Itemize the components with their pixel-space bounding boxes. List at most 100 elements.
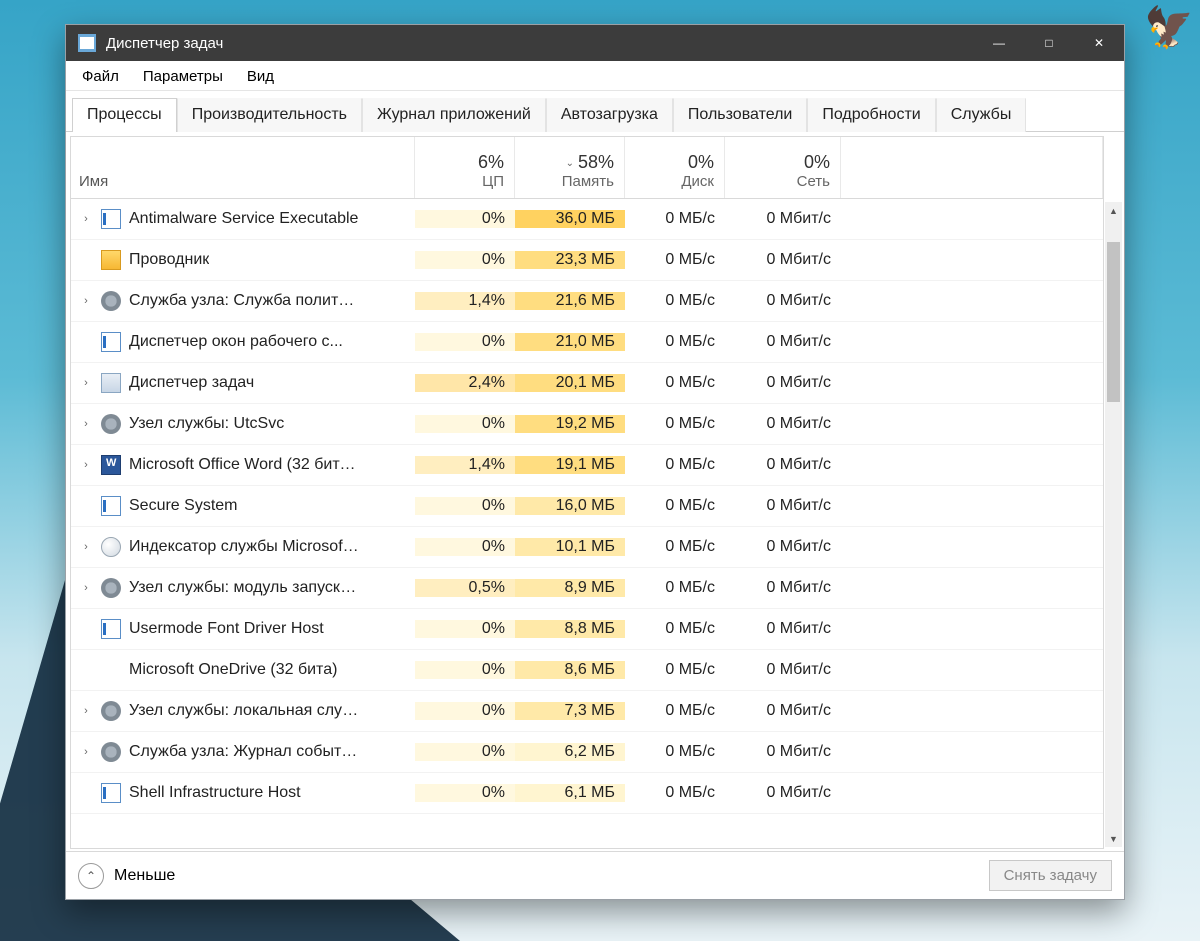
cpu-value: 1,4% (415, 292, 515, 310)
tm-icon (101, 373, 121, 393)
net-value: 0 Мбит/с (725, 374, 841, 392)
maximize-button[interactable]: □ (1024, 25, 1074, 61)
process-row[interactable]: Microsoft OneDrive (32 бита) 0% 8,6 МБ 0… (71, 650, 1103, 691)
disk-value: 0 МБ/с (625, 292, 725, 310)
menu-file[interactable]: Файл (72, 64, 129, 89)
vertical-scrollbar[interactable]: ▲ ▼ (1105, 202, 1122, 847)
disk-value: 0 МБ/с (625, 661, 725, 679)
process-row[interactable]: Secure System 0% 16,0 МБ 0 МБ/с 0 Мбит/с (71, 486, 1103, 527)
expander-icon[interactable]: › (79, 213, 93, 225)
fewer-details-button[interactable]: ⌃ Меньше (78, 863, 175, 889)
col-memory[interactable]: ⌄58% Память (515, 137, 625, 198)
process-name: Antimalware Service Executable (129, 210, 358, 228)
net-value: 0 Мбит/с (725, 210, 841, 228)
scroll-thumb[interactable] (1107, 242, 1120, 402)
expander-icon[interactable]: › (79, 418, 93, 430)
app-icon (101, 332, 121, 352)
process-row[interactable]: Диспетчер окон рабочего с... 0% 21,0 МБ … (71, 322, 1103, 363)
tab-performance[interactable]: Производительность (177, 98, 362, 132)
expander-icon[interactable]: › (79, 459, 93, 471)
process-name-cell: › Antimalware Service Executable (71, 209, 415, 229)
tab-apphistory[interactable]: Журнал приложений (362, 98, 546, 132)
disk-value: 0 МБ/с (625, 784, 725, 802)
expander-icon[interactable]: › (79, 705, 93, 717)
process-row[interactable]: › Узел службы: модуль запуска ... 0,5% 8… (71, 568, 1103, 609)
cpu-value: 0% (415, 702, 515, 720)
net-value: 0 Мбит/с (725, 579, 841, 597)
gear-icon (101, 701, 121, 721)
tab-processes[interactable]: Процессы (72, 98, 177, 132)
disk-value: 0 МБ/с (625, 620, 725, 638)
mem-value: 21,0 МБ (515, 333, 625, 351)
end-task-button[interactable]: Снять задачу (989, 860, 1112, 891)
tab-services[interactable]: Службы (936, 98, 1027, 132)
expander-icon[interactable]: › (79, 541, 93, 553)
process-row[interactable]: › Antimalware Service Executable 0% 36,0… (71, 199, 1103, 240)
menu-options[interactable]: Параметры (133, 64, 233, 89)
footer: ⌃ Меньше Снять задачу (66, 851, 1124, 899)
process-row[interactable]: › Узел службы: UtcSvc 0% 19,2 МБ 0 МБ/с … (71, 404, 1103, 445)
process-name: Shell Infrastructure Host (129, 784, 301, 802)
cpu-value: 0% (415, 538, 515, 556)
col-name[interactable]: Имя (71, 137, 415, 198)
process-row[interactable]: › Узел службы: локальная служ... 0% 7,3 … (71, 691, 1103, 732)
process-row[interactable]: › Диспетчер задач 2,4% 20,1 МБ 0 МБ/с 0 … (71, 363, 1103, 404)
process-name-cell: › Узел службы: локальная служ... (71, 701, 415, 721)
process-row[interactable]: › Служба узла: Служба политик... 1,4% 21… (71, 281, 1103, 322)
tab-startup[interactable]: Автозагрузка (546, 98, 673, 132)
process-row[interactable]: Usermode Font Driver Host 0% 8,8 МБ 0 МБ… (71, 609, 1103, 650)
process-name: Usermode Font Driver Host (129, 620, 324, 638)
minimize-button[interactable]: — (974, 25, 1024, 61)
disk-value: 0 МБ/с (625, 333, 725, 351)
disk-value: 0 МБ/с (625, 497, 725, 515)
net-value: 0 Мбит/с (725, 333, 841, 351)
scroll-down-icon[interactable]: ▼ (1105, 830, 1122, 847)
cpu-value: 0,5% (415, 579, 515, 597)
expander-icon[interactable]: › (79, 582, 93, 594)
disk-value: 0 МБ/с (625, 251, 725, 269)
process-name: Диспетчер задач (129, 374, 254, 392)
col-disk[interactable]: 0% Диск (625, 137, 725, 198)
process-rows: › Antimalware Service Executable 0% 36,0… (71, 199, 1103, 814)
cpu-value: 0% (415, 784, 515, 802)
col-spacer (841, 137, 1103, 198)
col-network[interactable]: 0% Сеть (725, 137, 841, 198)
process-row[interactable]: › Индексатор службы Microsoft... 0% 10,1… (71, 527, 1103, 568)
menubar: Файл Параметры Вид (66, 61, 1124, 91)
titlebar[interactable]: Диспетчер задач — □ ✕ (66, 25, 1124, 61)
process-row[interactable]: › Microsoft Office Word (32 бита... 1,4%… (71, 445, 1103, 486)
word-icon (101, 455, 121, 475)
sort-desc-icon: ⌄ (566, 158, 574, 169)
process-name-cell: › Служба узла: Служба политик... (71, 291, 415, 311)
explorer-icon (101, 250, 121, 270)
mem-value: 10,1 МБ (515, 538, 625, 556)
mem-value: 19,1 МБ (515, 456, 625, 474)
process-name-cell: › Microsoft Office Word (32 бита... (71, 455, 415, 475)
net-percent: 0% (733, 152, 830, 173)
process-name: Microsoft OneDrive (32 бита) (129, 661, 337, 679)
cpu-value: 0% (415, 210, 515, 228)
expander-icon[interactable]: › (79, 377, 93, 389)
col-name-label: Имя (79, 173, 404, 190)
scroll-up-icon[interactable]: ▲ (1105, 202, 1122, 219)
cpu-value: 1,4% (415, 456, 515, 474)
cpu-value: 0% (415, 661, 515, 679)
col-cpu[interactable]: 6% ЦП (415, 137, 515, 198)
menu-view[interactable]: Вид (237, 64, 284, 89)
process-row[interactable]: › Служба узла: Журнал событи... 0% 6,2 М… (71, 732, 1103, 773)
mem-value: 8,8 МБ (515, 620, 625, 638)
table-header: Имя 6% ЦП ⌄58% Память 0% Диск 0% Сеть (71, 137, 1103, 199)
tab-details[interactable]: Подробности (807, 98, 935, 132)
expander-icon[interactable]: › (79, 295, 93, 307)
mem-value: 23,3 МБ (515, 251, 625, 269)
process-row[interactable]: Проводник 0% 23,3 МБ 0 МБ/с 0 Мбит/с (71, 240, 1103, 281)
process-name: Служба узла: Служба политик... (129, 292, 359, 310)
mem-label: Память (523, 173, 614, 190)
tab-users[interactable]: Пользователи (673, 98, 807, 132)
process-name-cell: › Диспетчер задач (71, 373, 415, 393)
expander-icon[interactable]: › (79, 746, 93, 758)
fewer-label: Меньше (114, 867, 175, 885)
process-row[interactable]: Shell Infrastructure Host 0% 6,1 МБ 0 МБ… (71, 773, 1103, 814)
cpu-value: 0% (415, 620, 515, 638)
close-button[interactable]: ✕ (1074, 25, 1124, 61)
